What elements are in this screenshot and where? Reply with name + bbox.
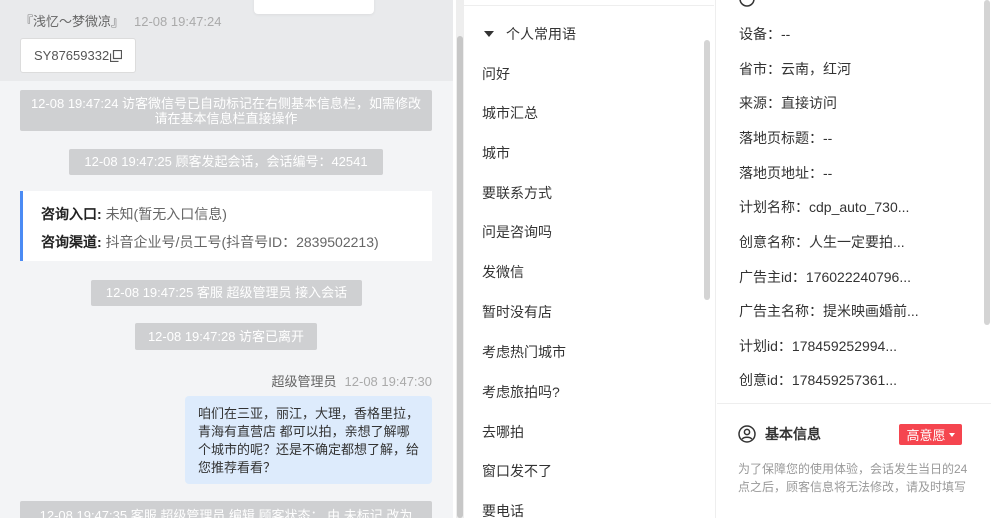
detail-field: 广告主名称：提米映画婚前... <box>739 301 919 321</box>
phrase-item[interactable]: 问是咨询吗 <box>482 222 552 242</box>
consult-info-card: 咨询入口: 未知(暂无入口信息) 咨询渠道: 抖音企业号/员工号(抖音号ID：2… <box>20 191 432 261</box>
field-label: 落地页标题： <box>739 130 823 146</box>
popup-edge <box>254 0 374 14</box>
channel-label: 咨询渠道: <box>41 234 102 250</box>
phrase-item[interactable]: 考虑热门城市 <box>482 342 566 362</box>
detail-field: 广告主id：176022240796... <box>739 267 911 287</box>
copy-icon[interactable] <box>110 49 123 62</box>
field-value: 178459252994... <box>791 338 898 354</box>
basic-info-title: 基本信息 <box>765 426 821 442</box>
channel-value: 抖音企业号/员工号(抖音号ID：2839502213) <box>105 234 379 250</box>
field-value: 人生一定要拍... <box>809 234 905 250</box>
detail-field: 省市：云南，红河 <box>739 59 851 79</box>
system-message: 12-08 19:47:35 客服 超级管理员 编辑 顾客状态： 由 未标记 改… <box>20 501 432 518</box>
field-label: 计划名称： <box>739 199 809 215</box>
divider <box>464 5 714 6</box>
field-label: 省市： <box>739 61 781 77</box>
intent-dropdown[interactable]: 高意愿 <box>899 424 962 445</box>
detail-field: 落地页标题：-- <box>739 128 832 148</box>
field-value: -- <box>823 130 833 146</box>
field-label: 计划id： <box>739 338 792 354</box>
detail-header-stub <box>739 0 755 7</box>
detail-field: 创意id：178459257361... <box>739 370 897 390</box>
detail-field: 计划名称：cdp_auto_730... <box>739 197 909 217</box>
detail-scrollbar[interactable] <box>984 0 990 325</box>
field-label: 广告主名称： <box>739 303 823 319</box>
agent-message-bubble: 咱们在三亚，丽江，大理，香格里拉，青海有直营店 都可以拍，亲想了解哪个城市的呢？… <box>185 396 432 484</box>
detail-field: 计划id：178459252994... <box>739 336 897 356</box>
visitor-id-chip[interactable]: SY87659332 <box>20 38 136 73</box>
entry-label: 咨询入口: <box>41 206 102 222</box>
phrase-item[interactable]: 城市汇总 <box>482 103 538 123</box>
agent-meta: 超级管理员 12-08 19:47:30 <box>272 371 432 390</box>
phrases-scrollbar[interactable] <box>704 40 710 300</box>
detail-field: 来源：直接访问 <box>739 93 837 113</box>
phrase-group-title: 个人常用语 <box>506 26 576 42</box>
system-message: 12-08 19:47:25 客服 超级管理员 接入会话 <box>91 280 362 306</box>
field-label: 落地页地址： <box>739 165 823 181</box>
field-label: 广告主id： <box>739 269 806 285</box>
visitor-meta: 『浅忆～梦微凉』 12-08 19:47:24 <box>20 11 221 30</box>
agent-name: 超级管理员 <box>271 374 337 389</box>
phrase-item[interactable]: 暂时没有店 <box>482 302 552 322</box>
phrase-item[interactable]: 要电话 <box>482 501 524 518</box>
field-label: 创意名称： <box>739 234 809 250</box>
chat-panel: 『浅忆～梦微凉』 12-08 19:47:24 SY87659332 12-08 … <box>0 0 453 518</box>
system-message: 12-08 19:47:25 顾客发起会话，会话编号：42541 <box>69 149 383 175</box>
field-value: 176022240796... <box>805 269 912 285</box>
intent-label: 高意愿 <box>906 428 946 443</box>
phrase-item[interactable]: 考虑旅拍吗? <box>482 382 560 402</box>
field-value: 178459257361... <box>791 372 898 388</box>
phrase-item[interactable]: 发微信 <box>482 262 524 282</box>
detail-field: 设备：-- <box>739 24 790 44</box>
field-value: 提米映画婚前... <box>823 303 919 319</box>
edit-notice: 为了保障您的使用体验，会话发生当日的24点之后，顾客信息将无法修改，请及时填写 <box>738 462 968 494</box>
user-circle-icon <box>738 425 756 443</box>
section-divider <box>717 403 991 404</box>
field-label: 来源： <box>739 95 781 111</box>
field-label: 创意id： <box>739 372 792 388</box>
phrase-item[interactable]: 要联系方式 <box>482 183 552 203</box>
system-message: 12-08 19:47:28 访客已离开 <box>135 323 317 350</box>
phrase-item[interactable]: 问好 <box>482 64 510 84</box>
quick-phrases-panel: 个人常用语 问好 城市汇总 城市 要联系方式 问是咨询吗 发微信 暂时没有店 考… <box>464 0 716 518</box>
entry-value: 未知(暂无入口信息) <box>105 206 227 222</box>
field-value: -- <box>781 26 791 42</box>
field-value: cdp_auto_730... <box>809 199 910 215</box>
field-label: 设备： <box>739 26 781 42</box>
agent-time: 12-08 19:47:30 <box>344 374 432 389</box>
phrase-item[interactable]: 去哪拍 <box>482 422 524 442</box>
visitor-id: SY87659332 <box>34 48 110 63</box>
detail-field: 创意名称：人生一定要拍... <box>739 232 905 252</box>
detail-field: 落地页地址：-- <box>739 163 832 183</box>
visitor-time: 12-08 19:47:24 <box>134 14 222 29</box>
field-value: -- <box>823 165 833 181</box>
chat-scrollbar[interactable] <box>456 0 464 518</box>
basic-info-header: 基本信息 <box>738 424 821 444</box>
field-value: 云南，红河 <box>781 61 851 77</box>
caret-down-icon <box>484 31 494 37</box>
field-value: 直接访问 <box>781 95 837 111</box>
visitor-name: 『浅忆～梦微凉』 <box>20 14 125 29</box>
info-icon <box>739 0 755 7</box>
phrase-group-toggle[interactable]: 个人常用语 <box>484 24 576 44</box>
chat-scroll-thumb[interactable] <box>457 36 463 518</box>
system-message: 12-08 19:47:24 访客微信号已自动标记在右侧基本信息栏，如需修改请在… <box>20 90 432 131</box>
caret-down-icon <box>948 432 955 437</box>
phrase-item[interactable]: 城市 <box>482 143 510 163</box>
phrase-item[interactable]: 窗口发不了 <box>482 461 552 481</box>
